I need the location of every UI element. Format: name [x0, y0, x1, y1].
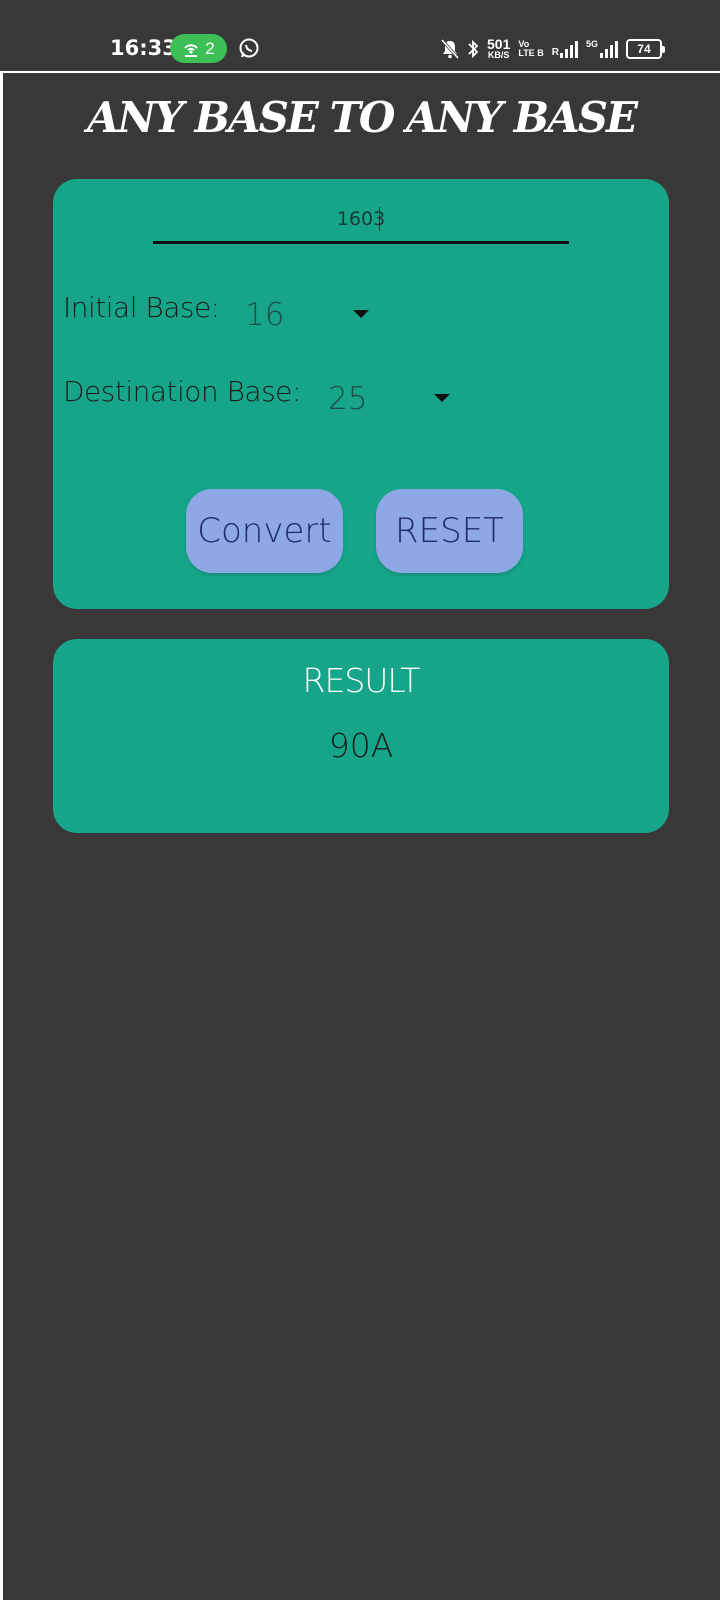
text-cursor	[379, 207, 380, 231]
app-title: ANY BASE TO ANY BASE	[86, 93, 638, 142]
whatsapp-icon	[239, 38, 259, 58]
signal-icon-2	[599, 40, 618, 58]
bluetooth-icon	[468, 39, 479, 59]
status-icons: 501 KB/S Vo LTE B R 5G 74	[441, 36, 665, 62]
hotspot-count: 2	[205, 38, 215, 58]
reset-button[interactable]: RESET	[376, 489, 523, 573]
battery-level: 74	[637, 42, 651, 56]
chevron-down-icon	[434, 394, 450, 402]
initial-base-value: 16	[245, 297, 285, 333]
destination-base-select[interactable]: 25	[328, 379, 458, 419]
result-value: 90A	[328, 726, 394, 765]
app-screen: ANY BASE TO ANY BASE Initial Base: 16 De…	[3, 73, 720, 1600]
mute-icon	[441, 39, 459, 59]
number-input[interactable]	[153, 197, 569, 244]
convert-button[interactable]: Convert	[186, 489, 343, 573]
status-bar: 16:33 2 501 KB/S Vo LTE B R 5G 74	[0, 0, 720, 71]
result-card: RESULT 90A	[53, 639, 669, 833]
network-type: 5G	[585, 39, 598, 49]
hotspot-indicator[interactable]: 2	[170, 34, 227, 63]
volte-indicator: Vo LTE B	[518, 39, 544, 58]
initial-base-label: Initial Base:	[63, 291, 220, 324]
initial-base-select[interactable]: 16	[245, 295, 375, 335]
destination-base-label: Destination Base:	[63, 375, 301, 408]
destination-base-value: 25	[328, 381, 368, 417]
battery-icon: 74	[625, 39, 665, 59]
net-speed: 501 KB/S	[487, 36, 511, 60]
chevron-down-icon	[353, 310, 369, 318]
roaming-mark: R	[551, 47, 559, 58]
input-card: Initial Base: 16 Destination Base: 25 Co…	[53, 179, 669, 609]
hotspot-icon	[184, 43, 199, 57]
status-time: 16:33	[110, 36, 177, 60]
signal-icon	[559, 40, 578, 58]
result-heading: RESULT	[302, 661, 421, 700]
